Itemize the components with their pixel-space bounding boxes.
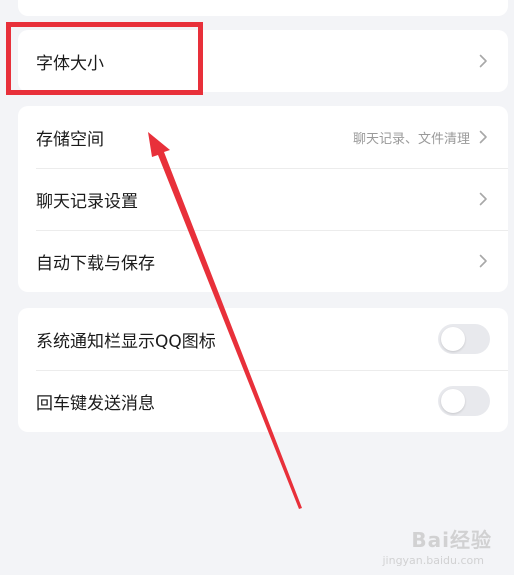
watermark-url: jingyan.baidu.com [382, 554, 484, 567]
annotation-arrow [148, 132, 302, 509]
watermark-logo: Bai经验 [411, 528, 492, 552]
